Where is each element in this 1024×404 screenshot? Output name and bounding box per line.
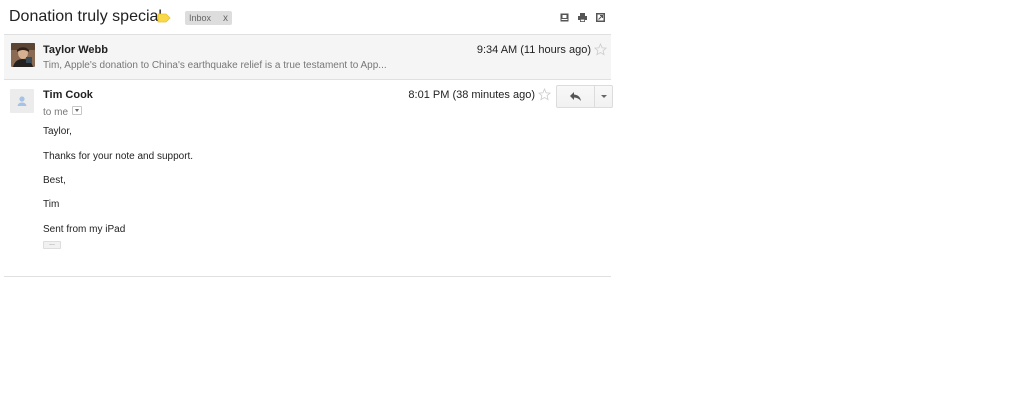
inbox-label-text: Inbox [189,13,212,23]
avatar-photo-icon [11,43,35,67]
recipient-text: to me [43,107,69,118]
reply-arrow-icon [570,92,581,101]
thread-header: Donation truly special Inbox x [0,0,615,34]
thread-subject: Donation truly special [9,8,162,25]
sender-avatar [11,43,35,67]
sender-name: Taylor Webb [43,44,108,56]
body-line: Taylor, [43,126,72,137]
message-timestamp: 8:01 PM (38 minutes ago) [408,89,535,101]
message-snippet: Tim, Apple's donation to China's earthqu… [43,60,387,71]
more-actions-button[interactable] [594,86,613,107]
star-icon[interactable] [594,43,607,56]
recipient-line: to me [43,105,83,119]
remove-label-button[interactable]: x [223,13,228,24]
new-window-icon[interactable] [559,12,570,23]
inbox-label-chip: Inbox x [185,11,233,25]
message-collapsed[interactable]: Taylor Webb Tim, Apple's donation to Chi… [4,34,611,80]
print-icon[interactable] [577,12,588,23]
body-line: Thanks for your note and support. [43,151,194,162]
body-line: Tim [43,199,60,210]
sender-avatar [10,89,34,113]
message-expanded: Tim Cook to me 8:01 PM (38 minutes ago) … [4,80,613,277]
reply-button-group [556,85,613,108]
show-details-button[interactable] [72,106,83,116]
show-trimmed-content-button[interactable]: ... [43,240,61,249]
sender-name: Tim Cook [43,89,93,101]
message-timestamp: 9:34 AM (11 hours ago) [476,44,591,56]
star-icon[interactable] [538,88,551,101]
expand-all-icon[interactable] [595,12,606,23]
reply-button[interactable] [557,86,594,107]
body-line: Best, [43,175,66,186]
email-thread-view: Donation truly special Inbox x Taylor We… [0,0,1024,404]
default-person-icon [17,96,27,106]
body-line: Sent from my iPad [43,224,126,235]
important-marker-icon[interactable] [157,13,171,23]
